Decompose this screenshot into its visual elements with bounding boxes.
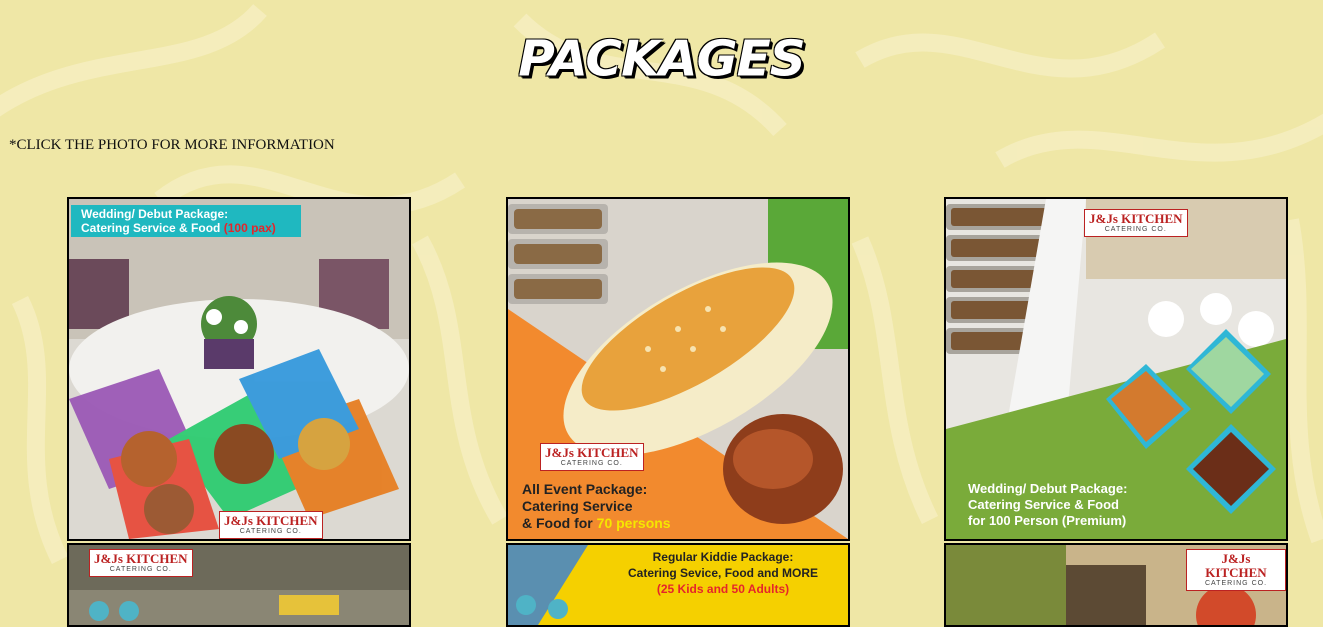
page-title: PACKAGES [518,30,806,88]
package-card-kitchen-1[interactable]: J&Js KITCHEN CATERING CO. [67,543,411,627]
package-title-line1: Wedding/ Debut Package: [81,207,229,221]
brand-logo: J&Js KITCHEN CATERING CO. [219,511,323,539]
package-title-line2: Catering Sevice, Food and MORE [627,566,819,580]
instruction-note: *CLICK THE PHOTO FOR MORE INFORMATION [9,137,335,153]
package-card-all-event[interactable]: J&Js KITCHEN CATERING CO. All Event Packa… [506,197,850,541]
package-pax-highlight: (25 Kids and 50 Adults) [656,582,790,596]
package-photo [69,199,409,539]
package-pax-highlight: 70 persons [596,515,671,531]
package-card-wedding-premium[interactable]: J&Js KITCHEN CATERING CO. Wedding/ Debut … [944,197,1288,541]
package-card-kiddie[interactable]: Regular Kiddie Package: Catering Sevice,… [506,543,850,627]
package-pax-highlight: (100 pax) [223,221,276,235]
brand-logo: J&Js KITCHEN CATERING CO. [89,549,193,577]
package-card-kitchen-2[interactable]: J&Js KITCHEN CATERING CO. [944,543,1288,627]
package-title-line1: Regular Kiddie Package: [652,550,794,564]
package-title-line1: All Event Package: [522,481,648,497]
brand-logo: J&Js KITCHEN CATERING CO. [1084,209,1188,237]
package-title-line2: Catering Service [522,498,633,514]
package-title-line1: Wedding/ Debut Package: [968,481,1128,496]
package-title-line2: Catering Service & Food [968,497,1119,512]
brand-logo: J&Js KITCHEN CATERING CO. [540,443,644,471]
package-title-line3: & Food for [522,515,593,531]
package-title-line3: for 100 Person (Premium) [968,513,1127,528]
brand-logo: J&Js KITCHEN CATERING CO. [1186,549,1286,591]
package-title-line2: Catering Service & Food [81,221,221,235]
package-card-wedding-debut[interactable]: Wedding/ Debut Package: Catering Service… [67,197,411,541]
